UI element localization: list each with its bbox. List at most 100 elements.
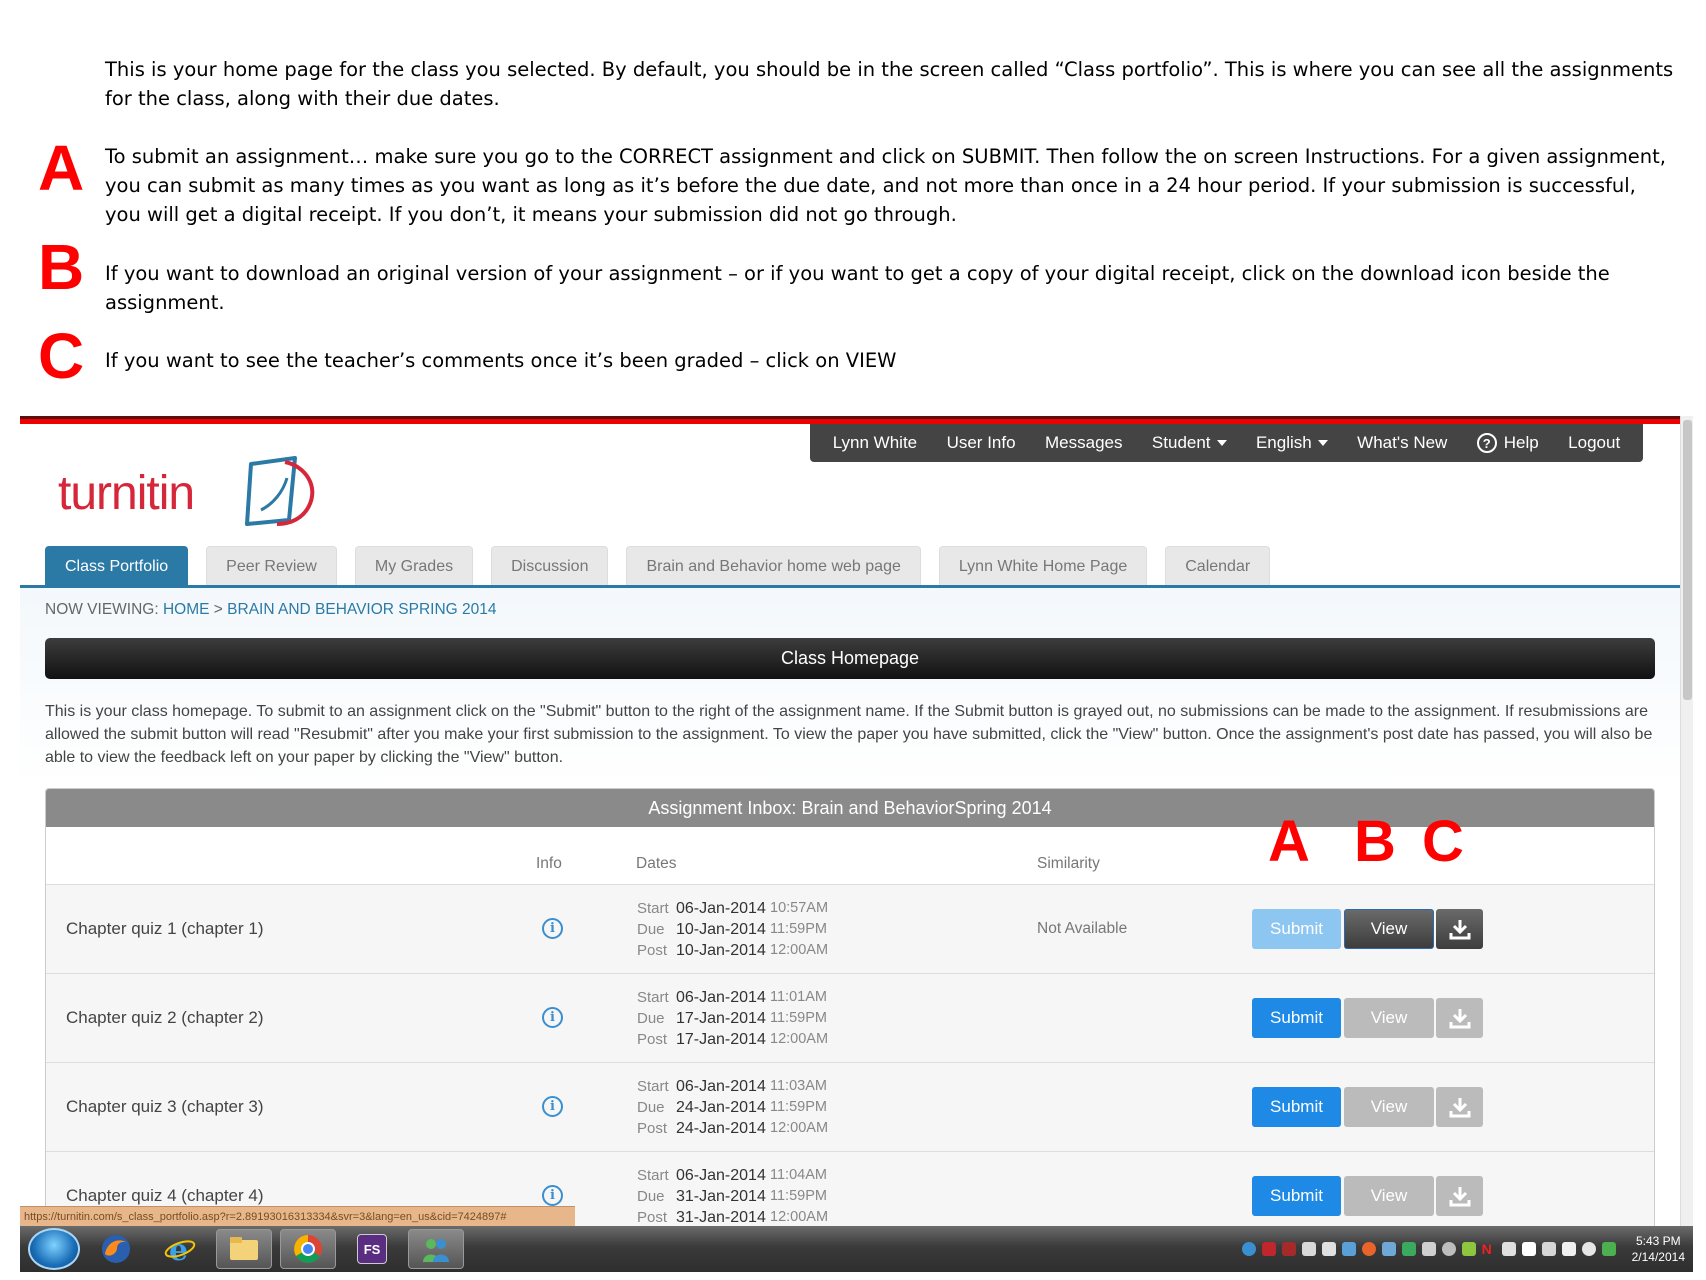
bluetooth-icon[interactable] bbox=[1381, 1242, 1396, 1256]
info-icon[interactable]: i bbox=[542, 1185, 563, 1206]
nav-whats-new[interactable]: What's New bbox=[1357, 433, 1447, 453]
file-explorer-taskbar-button[interactable] bbox=[216, 1229, 272, 1269]
view-button[interactable]: View bbox=[1344, 1176, 1434, 1216]
chrome-taskbar-button[interactable] bbox=[280, 1229, 336, 1269]
internet-explorer-taskbar-button[interactable]: e bbox=[152, 1229, 208, 1269]
due-date: 10-Jan-2014 bbox=[676, 921, 766, 938]
nav-user-name[interactable]: Lynn White bbox=[833, 433, 917, 453]
start-label: Start bbox=[637, 1078, 669, 1095]
tab-peer-review[interactable]: Peer Review bbox=[206, 546, 337, 586]
info-icon[interactable]: i bbox=[542, 918, 563, 939]
nav-student-menu[interactable]: Student bbox=[1152, 433, 1227, 453]
post-date: 10-Jan-2014 bbox=[676, 942, 766, 959]
tab-my-grades[interactable]: My Grades bbox=[354, 546, 474, 586]
breadcrumb-home[interactable]: HOME bbox=[163, 601, 210, 618]
assignment-name: Chapter quiz 3 (chapter 3) bbox=[66, 1097, 264, 1116]
download-button[interactable] bbox=[1436, 998, 1483, 1038]
nav-student-label: Student bbox=[1151, 433, 1211, 452]
start-date: 06-Jan-2014 bbox=[676, 1078, 766, 1095]
download-icon bbox=[1449, 1009, 1470, 1029]
due-time: 11:59PM bbox=[770, 1188, 827, 1204]
instruction-a-text: To submit an assignment… make sure you g… bbox=[105, 145, 1667, 226]
browser-screenshot: Lynn White User Info Messages Student En… bbox=[20, 416, 1693, 1272]
start-time: 11:03AM bbox=[770, 1078, 827, 1094]
nav-user-info[interactable]: User Info bbox=[947, 433, 1016, 453]
top-navigation: Lynn White User Info Messages Student En… bbox=[810, 424, 1643, 462]
tab-discussion[interactable]: Discussion bbox=[491, 546, 609, 586]
column-dates: Dates bbox=[636, 855, 677, 872]
tab-lynn-white-home-page[interactable]: Lynn White Home Page bbox=[938, 546, 1148, 586]
antivirus-shield-icon[interactable] bbox=[1281, 1242, 1296, 1256]
start-time: 11:01AM bbox=[770, 989, 827, 1005]
storage-icon[interactable] bbox=[1401, 1242, 1416, 1256]
action-center-flag-icon[interactable] bbox=[1521, 1242, 1536, 1256]
info-icon[interactable]: i bbox=[542, 1096, 563, 1117]
firefox-taskbar-button[interactable] bbox=[88, 1229, 144, 1269]
clock-app-icon[interactable] bbox=[1441, 1242, 1456, 1256]
document-icon[interactable] bbox=[1321, 1242, 1336, 1256]
firefox-icon bbox=[102, 1235, 130, 1263]
table-row: Chapter quiz 2 (chapter 2) i Start 06-Jan… bbox=[46, 974, 1654, 1063]
annotation-letter-b: B bbox=[1354, 809, 1396, 874]
fs-taskbar-button[interactable]: FS bbox=[344, 1229, 400, 1269]
tab-class-portfolio[interactable]: Class Portfolio bbox=[45, 546, 189, 586]
nav-messages[interactable]: Messages bbox=[1045, 433, 1122, 453]
nav-logout[interactable]: Logout bbox=[1568, 433, 1620, 453]
annotation-letter-b: B bbox=[38, 231, 85, 303]
messenger-icon bbox=[423, 1239, 449, 1262]
view-button[interactable]: View bbox=[1344, 998, 1434, 1038]
assignment-dates: Start 06-Jan-2014 11:01AM Due 17-Jan-2014 11… bbox=[637, 987, 828, 1050]
power-icon[interactable] bbox=[1541, 1242, 1556, 1256]
column-similarity: Similarity bbox=[1037, 855, 1100, 872]
download-button[interactable] bbox=[1436, 1176, 1483, 1216]
chevron-down-icon bbox=[1317, 440, 1328, 446]
post-time: 12:00AM bbox=[770, 1031, 829, 1047]
vertical-scrollbar[interactable] bbox=[1680, 416, 1693, 1226]
download-button[interactable] bbox=[1436, 1087, 1483, 1127]
instruction-document: This is your home page for the class you… bbox=[0, 0, 1706, 410]
signal-strength-icon[interactable] bbox=[1561, 1242, 1576, 1256]
logo-page-icon bbox=[245, 456, 315, 526]
tab-brain-behavior-web-page[interactable]: Brain and Behavior home web page bbox=[626, 546, 921, 586]
info-icon[interactable]: i bbox=[542, 1007, 563, 1028]
submit-button[interactable]: Submit bbox=[1252, 1087, 1341, 1127]
adobe-icon[interactable] bbox=[1261, 1242, 1276, 1256]
tab-calendar[interactable]: Calendar bbox=[1165, 546, 1271, 586]
display-icon[interactable] bbox=[1501, 1242, 1516, 1256]
annotation-letter-a: A bbox=[38, 132, 85, 204]
due-date: 31-Jan-2014 bbox=[676, 1188, 766, 1205]
submit-button[interactable]: Submit bbox=[1252, 1176, 1341, 1216]
network-sync-icon[interactable] bbox=[1241, 1242, 1256, 1256]
download-button[interactable] bbox=[1436, 909, 1483, 949]
battery-monitor-icon[interactable] bbox=[1461, 1242, 1476, 1256]
logo-wordmark: turnitin bbox=[58, 467, 195, 520]
messenger-taskbar-button[interactable] bbox=[408, 1229, 464, 1269]
due-label: Due bbox=[637, 1010, 665, 1027]
submit-button[interactable]: Submit bbox=[1252, 998, 1341, 1038]
breadcrumb-prefix: NOW VIEWING: bbox=[45, 601, 159, 618]
view-button[interactable]: View bbox=[1344, 909, 1434, 949]
turnitin-logo[interactable]: turnitin bbox=[58, 452, 318, 542]
assignment-name: Chapter quiz 4 (chapter 4) bbox=[66, 1186, 264, 1205]
due-date: 17-Jan-2014 bbox=[676, 1010, 766, 1027]
netflix-icon[interactable]: N bbox=[1482, 1242, 1496, 1256]
mail-icon[interactable] bbox=[1301, 1242, 1316, 1256]
post-date: 17-Jan-2014 bbox=[676, 1031, 766, 1048]
assignment-dates: Start 06-Jan-2014 11:04AM Due 31-Jan-2014 11… bbox=[637, 1165, 828, 1227]
scrollbar-thumb[interactable] bbox=[1683, 420, 1692, 700]
start-button[interactable] bbox=[28, 1228, 80, 1270]
nav-help[interactable]: ? Help bbox=[1476, 433, 1539, 453]
dropbox-icon[interactable] bbox=[1341, 1242, 1356, 1256]
usb-icon[interactable] bbox=[1421, 1242, 1436, 1256]
breadcrumb-course[interactable]: BRAIN AND BEHAVIOR SPRING 2014 bbox=[227, 601, 496, 618]
nav-language-menu[interactable]: English bbox=[1256, 433, 1328, 453]
safely-remove-icon[interactable] bbox=[1601, 1242, 1616, 1256]
submit-button[interactable]: Submit bbox=[1252, 909, 1341, 949]
view-button[interactable]: View bbox=[1344, 1087, 1434, 1127]
due-time: 11:59PM bbox=[770, 1099, 827, 1115]
post-date: 31-Jan-2014 bbox=[676, 1209, 766, 1226]
system-clock[interactable]: 5:43 PM 2/14/2014 bbox=[1632, 1233, 1685, 1265]
speaker-icon[interactable] bbox=[1581, 1242, 1596, 1256]
tab-underline bbox=[20, 585, 1680, 588]
update-icon[interactable] bbox=[1361, 1242, 1376, 1256]
